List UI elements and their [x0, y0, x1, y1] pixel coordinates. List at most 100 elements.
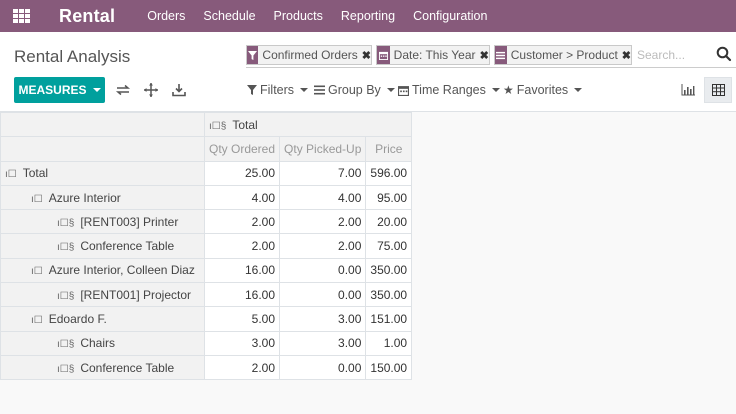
- search-bar: Confirmed Orders ✖ Date: This Year ✖ Cus…: [246, 45, 736, 68]
- row-label: Conference Table: [80, 239, 175, 254]
- timeranges-label: Time Ranges: [412, 83, 486, 97]
- close-icon[interactable]: ✖: [622, 46, 631, 64]
- favorites-button[interactable]: ★ Favorites: [503, 82, 583, 98]
- measure-header-price[interactable]: Price: [365, 136, 413, 162]
- row-header[interactable]: ı☐§ [RENT001] Projector: [0, 282, 205, 308]
- table-row: ı☐ Azure Interior 4.00 4.00 95.00: [0, 184, 413, 211]
- pivot-cell[interactable]: 16.00: [203, 282, 281, 308]
- pivot-cell[interactable]: 4.00: [279, 184, 367, 211]
- row-header[interactable]: ı☐§ [RENT003] Printer: [0, 209, 205, 235]
- row-header[interactable]: ı☐ Total: [0, 160, 205, 186]
- table-row: ı☐ Total 25.00 7.00 596.00: [0, 160, 413, 186]
- flip-axis-icon[interactable]: [115, 82, 131, 98]
- pivot-cell[interactable]: 2.00: [203, 233, 281, 259]
- app-name[interactable]: Rental: [59, 6, 115, 27]
- close-icon[interactable]: ✖: [480, 46, 490, 64]
- search-icon[interactable]: [716, 46, 734, 64]
- pivot-view-button[interactable]: [704, 77, 732, 103]
- download-icon[interactable]: [171, 82, 187, 98]
- row-header[interactable]: ı☐ Edoardo F.: [0, 306, 205, 332]
- measure-header-qty-ordered[interactable]: Qty Ordered: [203, 136, 281, 162]
- pivot-cell[interactable]: 1.00: [365, 330, 413, 356]
- filters-button[interactable]: Filters: [247, 82, 309, 98]
- pivot-cell[interactable]: 20.00: [365, 209, 413, 235]
- pivot-cell[interactable]: 75.00: [365, 233, 413, 259]
- pivot-cell[interactable]: 3.00: [279, 306, 367, 332]
- plus-icon: ı☐§: [57, 217, 75, 229]
- close-icon[interactable]: ✖: [362, 46, 371, 64]
- pivot-cell[interactable]: 95.00: [365, 184, 413, 211]
- row-label: [RENT003] Printer: [80, 214, 179, 229]
- caret-down-icon: [300, 88, 309, 92]
- measures-label: MEASURES: [18, 83, 87, 97]
- favorites-label: Favorites: [516, 83, 569, 97]
- caret-down-icon: [92, 88, 101, 92]
- row-header[interactable]: ı☐ Azure Interior: [0, 184, 205, 211]
- pivot-cell[interactable]: 350.00: [365, 282, 413, 308]
- timeranges-button[interactable]: Time Ranges: [398, 82, 500, 98]
- table-row: ı☐§ [RENT001] Projector 16.00 0.00 350.00: [0, 282, 413, 308]
- row-label: [RENT001] Projector: [80, 287, 192, 302]
- calendar-icon: [398, 85, 409, 96]
- row-label: Edoardo F.: [48, 312, 107, 327]
- row-header[interactable]: ı☐ Azure Interior, Colleen Diaz: [0, 257, 205, 284]
- pivot-cell[interactable]: 16.00: [203, 257, 281, 284]
- col-header-total[interactable]: ı☐§ Total: [203, 111, 413, 138]
- nav-item-products[interactable]: Products: [274, 9, 323, 23]
- plus-icon: ı☐§: [57, 290, 75, 302]
- facet-confirmed-orders: Confirmed Orders ✖: [246, 45, 372, 65]
- row-label: Conference Table: [80, 360, 175, 375]
- pivot-corner: [0, 111, 205, 138]
- graph-view-button[interactable]: [674, 77, 702, 103]
- plus-icon: ı☐§: [57, 363, 75, 375]
- pivot-cell[interactable]: 25.00: [203, 160, 281, 186]
- pivot-cell[interactable]: 3.00: [203, 330, 281, 356]
- table-row: ı☐§ [RENT003] Printer 2.00 2.00 20.00: [0, 209, 413, 235]
- pivot-cell[interactable]: 150.00: [365, 354, 413, 381]
- pivot-cell[interactable]: 0.00: [279, 354, 367, 381]
- pivot-cell[interactable]: 596.00: [365, 160, 413, 186]
- table-row: ı☐ Azure Interior, Colleen Diaz 16.00 0.00 3…: [0, 257, 413, 284]
- expand-all-icon[interactable]: [143, 82, 159, 98]
- minus-icon: ı☐: [31, 315, 43, 327]
- filters-label: Filters: [260, 83, 295, 97]
- search-input[interactable]: [637, 46, 709, 64]
- pivot-cell[interactable]: 3.00: [279, 330, 367, 356]
- pivot-cell[interactable]: 151.00: [365, 306, 413, 332]
- minus-icon: ı☐: [5, 169, 17, 181]
- pivot-cell[interactable]: 2.00: [279, 233, 367, 259]
- measure-header-qty-picked-up[interactable]: Qty Picked-Up: [279, 136, 367, 162]
- row-header[interactable]: ı☐§ Conference Table: [0, 354, 205, 381]
- groupby-button[interactable]: Group By: [314, 82, 395, 98]
- pivot-cell[interactable]: 350.00: [365, 257, 413, 284]
- pivot-cell[interactable]: 0.00: [279, 282, 367, 308]
- pivot-cell[interactable]: 4.00: [203, 184, 281, 211]
- pivot-cell[interactable]: 0.00: [279, 257, 367, 284]
- facet-label: Date: This Year: [393, 48, 476, 62]
- star-icon: ★: [503, 83, 514, 97]
- table-row: ı☐§ Conference Table 2.00 0.00 150.00: [0, 354, 413, 381]
- table-row: ı☐§ Conference Table 2.00 2.00 75.00: [0, 233, 413, 259]
- pivot-cell[interactable]: 2.00: [203, 354, 281, 381]
- nav-item-schedule[interactable]: Schedule: [203, 9, 255, 23]
- facet-date: Date: This Year ✖: [376, 45, 490, 65]
- group-icon: [314, 85, 325, 95]
- row-header[interactable]: ı☐§ Chairs: [0, 330, 205, 356]
- nav-item-configuration[interactable]: Configuration: [413, 9, 487, 23]
- nav-item-orders[interactable]: Orders: [147, 9, 185, 23]
- pivot-table: ı☐§ Total Qty Ordered Qty Picked-Up Price…: [0, 111, 413, 381]
- groupby-label: Group By: [328, 83, 381, 97]
- table-row: ı☐ Edoardo F. 5.00 3.00 151.00: [0, 306, 413, 332]
- search-underline: [246, 67, 736, 68]
- top-navbar: Rental Orders Schedule Products Reportin…: [0, 0, 736, 32]
- row-header[interactable]: ı☐§ Conference Table: [0, 233, 205, 259]
- nav-item-reporting[interactable]: Reporting: [341, 9, 395, 23]
- pivot-cell[interactable]: 2.00: [279, 209, 367, 235]
- measures-button[interactable]: MEASURES: [14, 77, 105, 103]
- pivot-cell[interactable]: 7.00: [279, 160, 367, 186]
- pivot-cell[interactable]: 2.00: [203, 209, 281, 235]
- plus-icon: ı☐§: [57, 242, 75, 254]
- app-grid-icon[interactable]: [13, 9, 31, 23]
- pivot-cell[interactable]: 5.00: [203, 306, 281, 332]
- plus-icon: ı☐§: [57, 339, 75, 351]
